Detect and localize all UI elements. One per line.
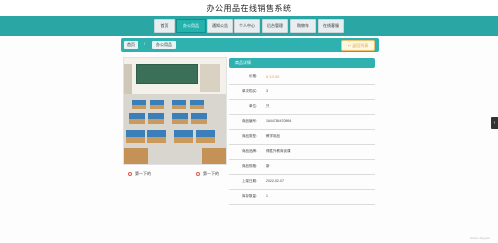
- detail-label: 商品类型:: [242, 134, 257, 138]
- detail-header: 商品详情: [229, 58, 375, 68]
- nav-item-profile[interactable]: 个人中心: [234, 19, 260, 33]
- detail-label: 商品编号:: [242, 119, 257, 123]
- detail-value: 只: [266, 104, 270, 108]
- main-nav: 首页 办公用品 通知公告 个人中心 后台管理 购物车 在线客服: [0, 16, 498, 36]
- breadcrumb-current: 办公用品: [152, 41, 176, 49]
- detail-row-brand: 商品品牌: 得胜外教商谈课: [229, 145, 375, 160]
- detail-label: 商品品牌:: [242, 149, 257, 153]
- side-collapse-tab[interactable]: ‹: [491, 117, 498, 129]
- return-to-list-button[interactable]: ↩ 返回列表: [341, 40, 375, 51]
- next-circle-icon: [196, 172, 200, 176]
- detail-value: 教学用品: [266, 134, 280, 138]
- breadcrumb-home[interactable]: 首页: [124, 41, 138, 49]
- detail-label: 库存数量:: [242, 194, 257, 198]
- site-title: 办公用品在线销售系统: [206, 3, 292, 13]
- prev-item-link[interactable]: 第一下的: [128, 171, 151, 177]
- prev-item-label: 第一下的: [135, 171, 151, 176]
- detail-label: 单位:: [249, 104, 257, 108]
- detail-value: 1644784470894: [266, 119, 292, 123]
- detail-row-unit: 单位: 只: [229, 100, 375, 115]
- nav-item-admin[interactable]: 后台管理: [262, 19, 288, 33]
- detail-row-listing-date: 上架日期: 2022-02-07: [229, 175, 375, 190]
- nav-item-announcements[interactable]: 通知公告: [207, 19, 233, 33]
- title-bar: 办公用品在线销售系统: [0, 0, 498, 16]
- detail-label: 单次购买:: [242, 89, 257, 93]
- detail-label: 上架日期:: [242, 179, 257, 183]
- detail-value: 3: [266, 89, 268, 93]
- detail-row-price: 价格: ¥ 13.00: [229, 70, 375, 85]
- detail-value: 得胜外教商谈课: [266, 149, 291, 153]
- detail-value: 2022-02-07: [266, 179, 284, 183]
- detail-value: 1: [266, 194, 268, 198]
- next-item-link[interactable]: 第一下的: [196, 171, 219, 177]
- footer-note: Online Support: [470, 236, 491, 240]
- prev-circle-icon: [128, 172, 132, 176]
- detail-label: 价格:: [249, 74, 257, 78]
- detail-label: 商品规格:: [242, 164, 257, 168]
- nav-item-cart[interactable]: 购物车: [290, 19, 316, 33]
- product-image: [123, 57, 227, 165]
- detail-row-category: 商品类型: 教学用品: [229, 130, 375, 145]
- next-item-label: 第一下的: [203, 171, 219, 176]
- detail-row-spec: 商品规格: 新: [229, 160, 375, 175]
- breadcrumb-separator: /: [144, 41, 146, 46]
- nav-item-office-supplies[interactable]: 办公用品: [176, 19, 206, 33]
- detail-row-quantity: 单次购买: 3: [229, 85, 375, 100]
- detail-value: 新: [266, 164, 270, 168]
- detail-row-stock: 库存数量: 1: [229, 190, 375, 205]
- classroom-photo: [124, 58, 226, 164]
- price-value: ¥ 13.00: [266, 74, 280, 79]
- nav-item-customer-service[interactable]: 在线客服: [318, 19, 344, 33]
- nav-item-home[interactable]: 首页: [154, 19, 175, 33]
- detail-row-product-code: 商品编号: 1644784470894: [229, 115, 375, 130]
